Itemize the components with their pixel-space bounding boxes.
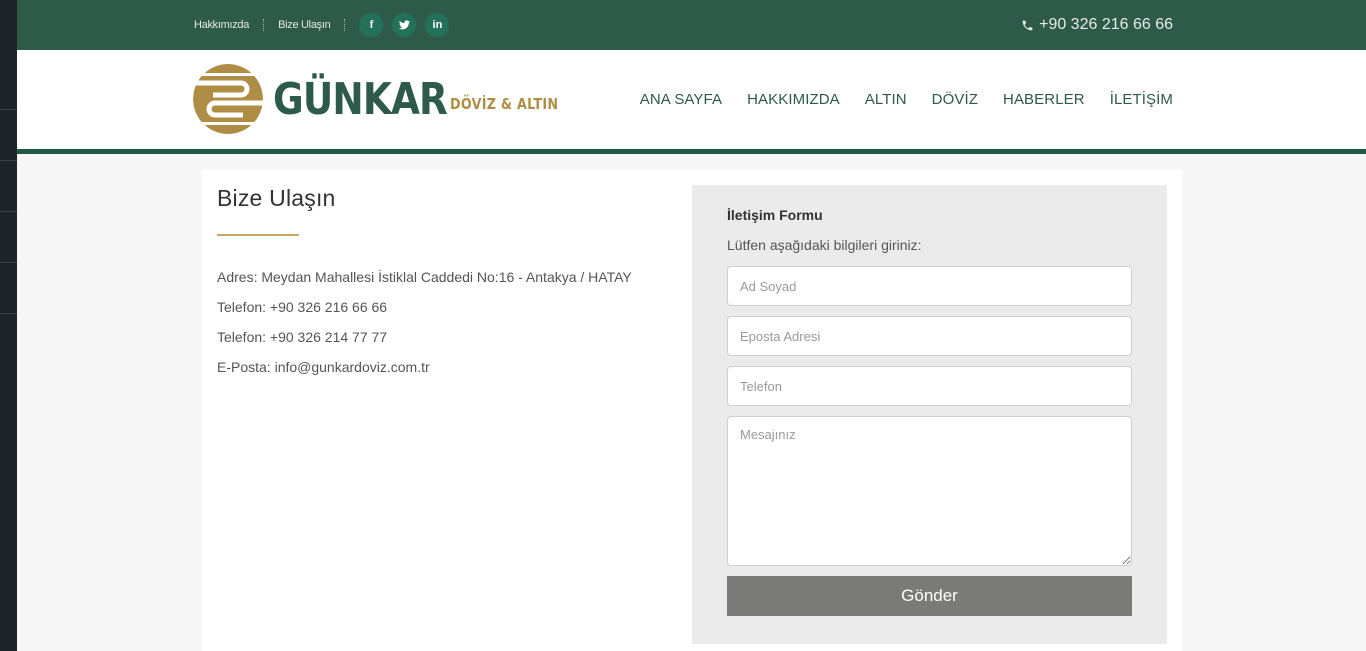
- facebook-icon[interactable]: f: [359, 13, 384, 37]
- site-logo[interactable]: GÜNKAR DÖVİZ & ALTIN: [193, 64, 577, 134]
- message-textarea[interactable]: [727, 416, 1132, 566]
- nav-contact[interactable]: İLETİŞİM: [1110, 91, 1173, 108]
- top-link-about[interactable]: Hakkımızda: [194, 19, 249, 31]
- divider: [263, 19, 265, 31]
- top-phone: +90 326 216 66 66: [1021, 0, 1173, 50]
- logo-brand: GÜNKAR: [273, 73, 448, 125]
- top-bar: Hakkımızda Bize Ulaşın f in +90 326 216 …: [17, 0, 1366, 50]
- site-header: GÜNKAR DÖVİZ & ALTIN ANA SAYFA HAKKIMIZD…: [17, 50, 1366, 149]
- contact-phone-1: Telefon: +90 326 216 66 66: [217, 299, 388, 315]
- name-input[interactable]: [727, 266, 1132, 306]
- divider: [344, 19, 346, 31]
- top-links: Hakkımızda Bize Ulaşın f in: [194, 0, 450, 50]
- twitter-icon[interactable]: [392, 13, 417, 37]
- main-nav: ANA SAYFA HAKKIMIZDA ALTIN DÖVİZ HABERLE…: [640, 50, 1173, 149]
- top-link-contact[interactable]: Bize Ulaşın: [278, 19, 331, 31]
- contact-address: Adres: Meydan Mahallesi İstiklal Caddedi…: [217, 269, 632, 285]
- email-input[interactable]: [727, 316, 1132, 356]
- nav-home[interactable]: ANA SAYFA: [640, 91, 722, 108]
- left-edge-strip: [0, 0, 17, 651]
- linkedin-icon[interactable]: in: [425, 13, 450, 37]
- header-divider: [17, 149, 1366, 154]
- social-links: f in: [359, 13, 450, 37]
- form-hint: Lütfen aşağıdaki bilgileri giriniz:: [727, 237, 922, 253]
- contact-phone-2: Telefon: +90 326 214 77 77: [217, 329, 388, 345]
- top-phone-number: +90 326 216 66 66: [1039, 16, 1173, 33]
- page-title: Bize Ulaşın: [217, 185, 336, 211]
- title-underline: [217, 234, 299, 236]
- contact-email: E-Posta: info@gunkardoviz.com.tr: [217, 359, 430, 375]
- contact-info: Bize Ulaşın Adres: Meydan Mahallesi İsti…: [217, 185, 677, 382]
- contact-section: Bize Ulaşın Adres: Meydan Mahallesi İsti…: [202, 170, 1182, 651]
- logo-emblem-icon: [193, 64, 263, 134]
- nav-gold[interactable]: ALTIN: [865, 91, 907, 108]
- phone-icon: [1022, 20, 1033, 30]
- contact-form: İletişim Formu Lütfen aşağıdaki bilgiler…: [692, 185, 1167, 644]
- nav-currency[interactable]: DÖVİZ: [932, 91, 978, 108]
- nav-about[interactable]: HAKKIMIZDA: [747, 91, 840, 108]
- logo-tagline: DÖVİZ & ALTIN: [449, 95, 558, 113]
- form-title: İletişim Formu: [727, 207, 823, 223]
- submit-button[interactable]: Gönder: [727, 576, 1132, 616]
- nav-news[interactable]: HABERLER: [1003, 91, 1085, 108]
- phone-input[interactable]: [727, 366, 1132, 406]
